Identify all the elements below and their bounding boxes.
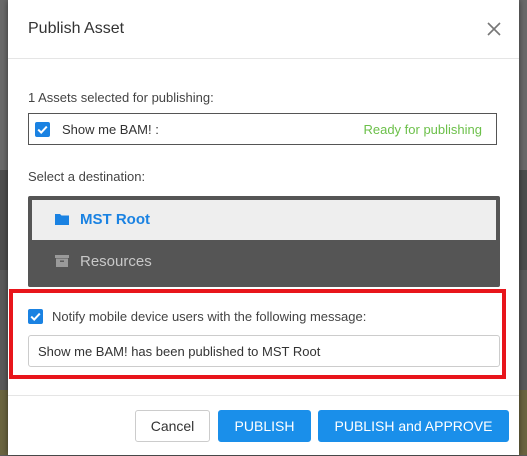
destination-list: MST Root Resources <box>28 196 500 287</box>
close-icon[interactable] <box>483 18 505 40</box>
destination-item-resources[interactable]: Resources <box>32 242 496 282</box>
destination-item-label: MST Root <box>80 211 150 228</box>
publish-button[interactable]: PUBLISH <box>218 410 311 442</box>
cancel-button[interactable]: Cancel <box>135 410 210 442</box>
publish-and-approve-button[interactable]: PUBLISH and APPROVE <box>318 410 509 442</box>
assets-selected-label: 1 Assets selected for publishing: <box>28 90 214 105</box>
highlight-annotation <box>9 289 506 379</box>
dialog-header: Publish Asset <box>8 0 519 59</box>
archive-box-icon <box>54 254 70 268</box>
destination-item-label: Resources <box>80 253 152 270</box>
checkmark-icon <box>37 125 48 135</box>
asset-checkbox[interactable] <box>35 122 50 137</box>
folder-icon <box>54 212 70 226</box>
asset-name: Show me BAM! : <box>62 122 159 137</box>
publish-asset-dialog: Publish Asset 1 Assets selected for publ… <box>8 0 519 455</box>
dialog-footer: Cancel PUBLISH PUBLISH and APPROVE <box>8 395 519 456</box>
dialog-title: Publish Asset <box>28 20 125 37</box>
asset-row: Show me BAM! : Ready for publishing <box>28 113 497 145</box>
destination-item-mst-root[interactable]: MST Root <box>32 200 496 240</box>
destination-label: Select a destination: <box>28 169 146 184</box>
asset-status: Ready for publishing <box>363 122 482 137</box>
